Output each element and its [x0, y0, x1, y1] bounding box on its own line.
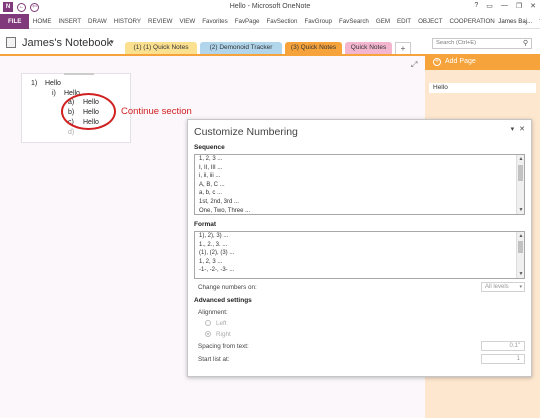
- expand-icon[interactable]: ⤢: [411, 60, 417, 70]
- page-item[interactable]: Hello: [429, 83, 536, 93]
- minimize-icon[interactable]: —: [501, 2, 508, 10]
- customize-numbering-pane: Customize Numbering ▾ ✕ Sequence 1, 2, 3…: [187, 119, 532, 377]
- tab-review[interactable]: REVIEW: [145, 14, 176, 29]
- section-tab-1[interactable]: (1) (1) Quick Notes: [125, 42, 197, 54]
- scroll-thumb[interactable]: [518, 165, 523, 181]
- list-number: d): [68, 129, 75, 136]
- tab-draw[interactable]: DRAW: [85, 14, 111, 29]
- list-item[interactable]: 1., 2., 3. ...: [195, 241, 524, 250]
- pane-controls: ▾ ✕: [511, 125, 525, 133]
- tab-favorites[interactable]: Favorites: [199, 14, 231, 29]
- search-input[interactable]: Search (Ctrl+E) ⚲: [432, 38, 532, 49]
- outline-grip[interactable]: [64, 73, 94, 75]
- title-bar: N ← ⇦ Hello - Microsoft OneNote ? ▭ — ❐ …: [0, 0, 540, 14]
- start-list-input[interactable]: 1: [481, 354, 525, 364]
- tab-favpage[interactable]: FavPage: [231, 14, 263, 29]
- tab-cooperation[interactable]: COOPERATION: [446, 14, 498, 29]
- scroll-up-icon[interactable]: ▲: [517, 233, 524, 239]
- list-item[interactable]: a, b, c ...: [195, 189, 524, 198]
- list-item[interactable]: 1, 2, 3 ...: [195, 155, 524, 164]
- tab-object[interactable]: OBJECT: [415, 14, 446, 29]
- tab-favsection[interactable]: FavSection: [263, 14, 301, 29]
- sequence-list[interactable]: 1, 2, 3 ... I, II, III ... i, ii, iii ..…: [194, 154, 525, 215]
- tab-view[interactable]: VIEW: [176, 14, 199, 29]
- list-text: Hello: [45, 80, 61, 87]
- format-heading: Format: [194, 221, 217, 228]
- tab-favgroup[interactable]: FavGroup: [301, 14, 336, 29]
- align-right-radio[interactable]: [205, 331, 211, 337]
- add-page-button[interactable]: + Add Page: [425, 54, 540, 70]
- tab-gem[interactable]: GEM: [372, 14, 393, 29]
- list-item[interactable]: One, Two, Three ...: [195, 207, 524, 214]
- section-tab-4[interactable]: Quick Notes: [345, 42, 392, 54]
- chevron-down-icon[interactable]: ▼: [109, 40, 115, 46]
- window-controls: ? ▭ — ❐ ✕: [474, 2, 536, 10]
- back-icon[interactable]: ←: [17, 2, 26, 12]
- window-close-icon[interactable]: ✕: [530, 2, 536, 10]
- ribbon-display-icon[interactable]: ▭: [486, 2, 493, 10]
- restore-icon[interactable]: ❐: [516, 2, 522, 10]
- align-right-label: Right: [216, 331, 231, 338]
- scroll-down-icon[interactable]: ▼: [517, 271, 524, 277]
- spacing-label: Spacing from text:: [198, 343, 249, 350]
- list-item[interactable]: -1-, -2-, -3- ...: [195, 266, 524, 275]
- tab-home[interactable]: HOME: [29, 14, 55, 29]
- change-numbers-label: Change numbers on:: [198, 284, 257, 291]
- scroll-up-icon[interactable]: ▲: [517, 156, 524, 162]
- scroll-down-icon[interactable]: ▼: [517, 207, 524, 213]
- section-tab-2[interactable]: (2) Demonoid Tracker: [200, 42, 282, 54]
- list-item[interactable]: 1st, 2nd, 3rd ...: [195, 198, 524, 207]
- list-item[interactable]: 1), 2), 3) ...: [195, 232, 524, 241]
- notebook-name[interactable]: James's Notebook: [22, 37, 112, 49]
- spacing-input[interactable]: 0.1": [481, 341, 525, 351]
- notebook-icon[interactable]: [6, 37, 16, 48]
- scrollbar[interactable]: ▲ ▼: [516, 232, 524, 278]
- tab-history[interactable]: HISTORY: [110, 14, 144, 29]
- list-item[interactable]: i, ii, iii ...: [195, 172, 524, 181]
- plus-icon: +: [433, 58, 441, 66]
- notebook-bar: James's Notebook ▼ (1) (1) Quick Notes (…: [0, 29, 540, 54]
- format-list[interactable]: 1), 2), 3) ... 1., 2., 3. ... (1), (2), …: [194, 231, 525, 279]
- start-list-label: Start list at:: [198, 356, 230, 363]
- scroll-thumb[interactable]: [518, 241, 523, 253]
- section-tab-3-active[interactable]: (3) Quick Notes: [285, 42, 342, 54]
- continue-section-annotation: Continue section: [121, 106, 192, 117]
- list-number: 1): [31, 80, 38, 87]
- change-numbers-dropdown[interactable]: All levels ▾: [481, 282, 525, 292]
- add-section-button[interactable]: +: [395, 42, 411, 54]
- close-icon[interactable]: ✕: [519, 125, 525, 133]
- scrollbar[interactable]: ▲ ▼: [516, 155, 524, 214]
- sequence-heading: Sequence: [194, 144, 225, 151]
- tab-file[interactable]: FILE: [0, 13, 30, 29]
- list-item[interactable]: I, II, III ...: [195, 164, 524, 173]
- align-left-radio[interactable]: [205, 320, 211, 326]
- align-left-label: Left: [216, 320, 227, 327]
- window-title: Hello - Microsoft OneNote: [229, 3, 311, 10]
- user-name[interactable]: James Baj...: [498, 18, 535, 25]
- chevron-down-icon: ▾: [519, 284, 522, 290]
- advanced-settings-heading: Advanced settings: [194, 297, 252, 304]
- pane-title: Customize Numbering: [194, 126, 298, 138]
- list-number: i): [52, 90, 56, 97]
- onenote-app-icon: N: [3, 2, 13, 12]
- alignment-label: Alignment:: [198, 309, 228, 316]
- help-icon[interactable]: ?: [474, 2, 478, 10]
- pane-options-icon[interactable]: ▾: [511, 125, 515, 133]
- list-item[interactable]: A, B, C ...: [195, 181, 524, 190]
- search-placeholder: Search (Ctrl+E): [436, 40, 477, 46]
- list-item[interactable]: d): [68, 129, 83, 136]
- list-item[interactable]: 1) Hello: [31, 80, 61, 87]
- tab-insert[interactable]: INSERT: [55, 14, 85, 29]
- list-item[interactable]: (1), (2), (3) ...: [195, 249, 524, 258]
- list-item[interactable]: 1, 2, 3 ...: [195, 258, 524, 267]
- search-icon[interactable]: ⚲: [523, 39, 528, 48]
- ribbon-tab-bar: FILE HOME INSERT DRAW HISTORY REVIEW VIE…: [0, 13, 540, 29]
- tab-favsearch[interactable]: FavSearch: [335, 14, 372, 29]
- tab-edit[interactable]: EDIT: [393, 14, 414, 29]
- red-circle-annotation: [61, 93, 116, 130]
- add-page-label: Add Page: [445, 58, 476, 65]
- change-numbers-value: All levels: [485, 284, 509, 290]
- undo-icon[interactable]: ⇦: [30, 2, 39, 12]
